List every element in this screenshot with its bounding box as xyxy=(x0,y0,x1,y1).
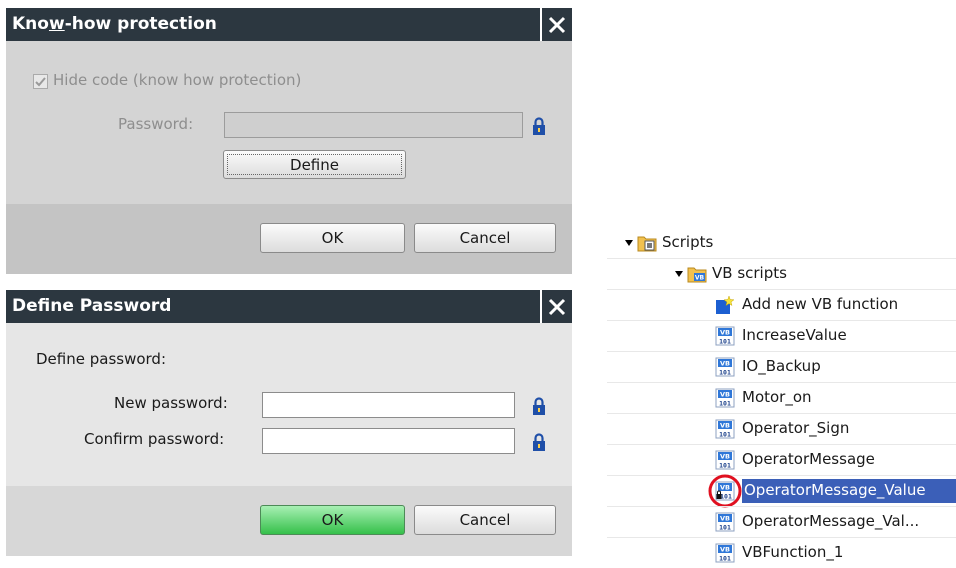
lock-icon xyxy=(533,397,545,415)
define-password-dialog: Define Password Define password: New pas… xyxy=(6,290,572,556)
tree-label: Add new VB function xyxy=(742,295,899,313)
tree-label: VB scripts xyxy=(712,264,787,282)
tree-label: VBFunction_1 xyxy=(742,543,844,561)
svg-text:101: 101 xyxy=(719,338,731,346)
password-dialog-titlebar: Define Password xyxy=(6,290,572,323)
svg-text:VB: VB xyxy=(720,422,730,430)
cancel-button[interactable]: Cancel xyxy=(414,505,556,535)
tree-label: IO_Backup xyxy=(742,357,821,375)
svg-text:VB: VB xyxy=(695,275,705,282)
password-label: Password: xyxy=(118,115,194,133)
close-button[interactable] xyxy=(540,290,572,323)
tree-item[interactable]: VB 101 Motor_on xyxy=(607,383,956,413)
knowhow-dialog-title: Know-how protection xyxy=(12,14,217,34)
lock-icon xyxy=(533,117,545,135)
password-field xyxy=(224,112,523,138)
tree-item[interactable]: VB 101 Operator_Sign xyxy=(607,414,956,444)
vb-script-icon: VB 101 xyxy=(715,543,735,563)
vb-script-icon: VB 101 xyxy=(715,450,735,470)
svg-text:101: 101 xyxy=(719,369,731,377)
define-password-heading: Define password: xyxy=(36,350,166,368)
expand-arrow-icon[interactable] xyxy=(625,240,633,246)
svg-text:VB: VB xyxy=(720,391,730,399)
define-button[interactable]: Define xyxy=(223,150,406,179)
close-icon xyxy=(548,298,566,315)
tree-label: OperatorMessage_Value xyxy=(744,481,926,499)
highlight-circle-icon xyxy=(708,474,742,508)
vb-script-icon: VB 101 xyxy=(715,357,735,377)
svg-text:VB: VB xyxy=(720,515,730,523)
vb-script-icon: VB 101 xyxy=(715,512,735,532)
knowhow-dialog-footer: OK Cancel xyxy=(6,204,572,274)
confirm-password-field[interactable] xyxy=(262,428,515,454)
scripts-folder-icon xyxy=(637,236,657,252)
cancel-button[interactable]: Cancel xyxy=(414,223,556,253)
knowhow-protection-dialog: Know-how protection Hide code (know how … xyxy=(6,8,572,274)
hide-code-label: Hide code (know how protection) xyxy=(53,71,302,89)
svg-text:101: 101 xyxy=(719,400,731,408)
password-dialog-footer: OK Cancel xyxy=(6,486,572,556)
expand-arrow-icon[interactable] xyxy=(675,271,683,277)
tree-item[interactable]: VB 101 IncreaseValue xyxy=(607,321,956,351)
lock-icon xyxy=(533,433,545,451)
hide-code-checkbox[interactable] xyxy=(33,74,48,89)
tree-item-add-function[interactable]: Add new VB function xyxy=(607,290,956,320)
tree-node-scripts[interactable]: Scripts xyxy=(607,228,956,258)
ok-button[interactable]: OK xyxy=(260,223,405,253)
tree-item[interactable]: VB 101 OperatorMessage_Val... xyxy=(607,507,956,537)
svg-text:101: 101 xyxy=(719,524,731,532)
svg-text:101: 101 xyxy=(719,431,731,439)
ok-button[interactable]: OK xyxy=(260,505,405,535)
svg-text:VB: VB xyxy=(720,329,730,337)
svg-text:VB: VB xyxy=(720,453,730,461)
vb-script-icon: VB 101 xyxy=(715,388,735,408)
check-icon xyxy=(35,77,46,87)
tree-item[interactable]: VB 101 IO_Backup xyxy=(607,352,956,382)
add-function-icon xyxy=(716,295,735,314)
tree-label: IncreaseValue xyxy=(742,326,847,344)
password-dialog-title: Define Password xyxy=(12,296,172,316)
project-tree: Scripts VB VB scripts Add new VB functio… xyxy=(607,0,956,564)
new-password-label: New password: xyxy=(114,394,228,412)
vb-folder-icon: VB xyxy=(687,267,707,283)
svg-text:101: 101 xyxy=(719,555,731,563)
tree-node-vb-scripts[interactable]: VB VB scripts xyxy=(607,259,956,289)
tree-label: Operator_Sign xyxy=(742,419,850,437)
tree-label: Motor_on xyxy=(742,388,812,406)
svg-text:VB: VB xyxy=(720,546,730,554)
confirm-password-label: Confirm password: xyxy=(84,430,225,448)
tree-item-selected[interactable]: VB 101 OperatorMessage_Value xyxy=(607,474,956,508)
new-password-field[interactable] xyxy=(262,392,515,418)
tree-item[interactable]: VB 101 OperatorMessage xyxy=(607,445,956,475)
tree-label: OperatorMessage_Val... xyxy=(742,512,920,530)
vb-script-icon: VB 101 xyxy=(715,326,735,346)
close-icon xyxy=(548,16,566,33)
knowhow-dialog-titlebar: Know-how protection xyxy=(6,8,572,41)
tree-label: Scripts xyxy=(662,233,714,251)
svg-text:VB: VB xyxy=(720,360,730,368)
close-button[interactable] xyxy=(540,8,572,41)
vb-script-icon: VB 101 xyxy=(715,419,735,439)
svg-text:101: 101 xyxy=(719,462,731,470)
tree-label: OperatorMessage xyxy=(742,450,875,468)
